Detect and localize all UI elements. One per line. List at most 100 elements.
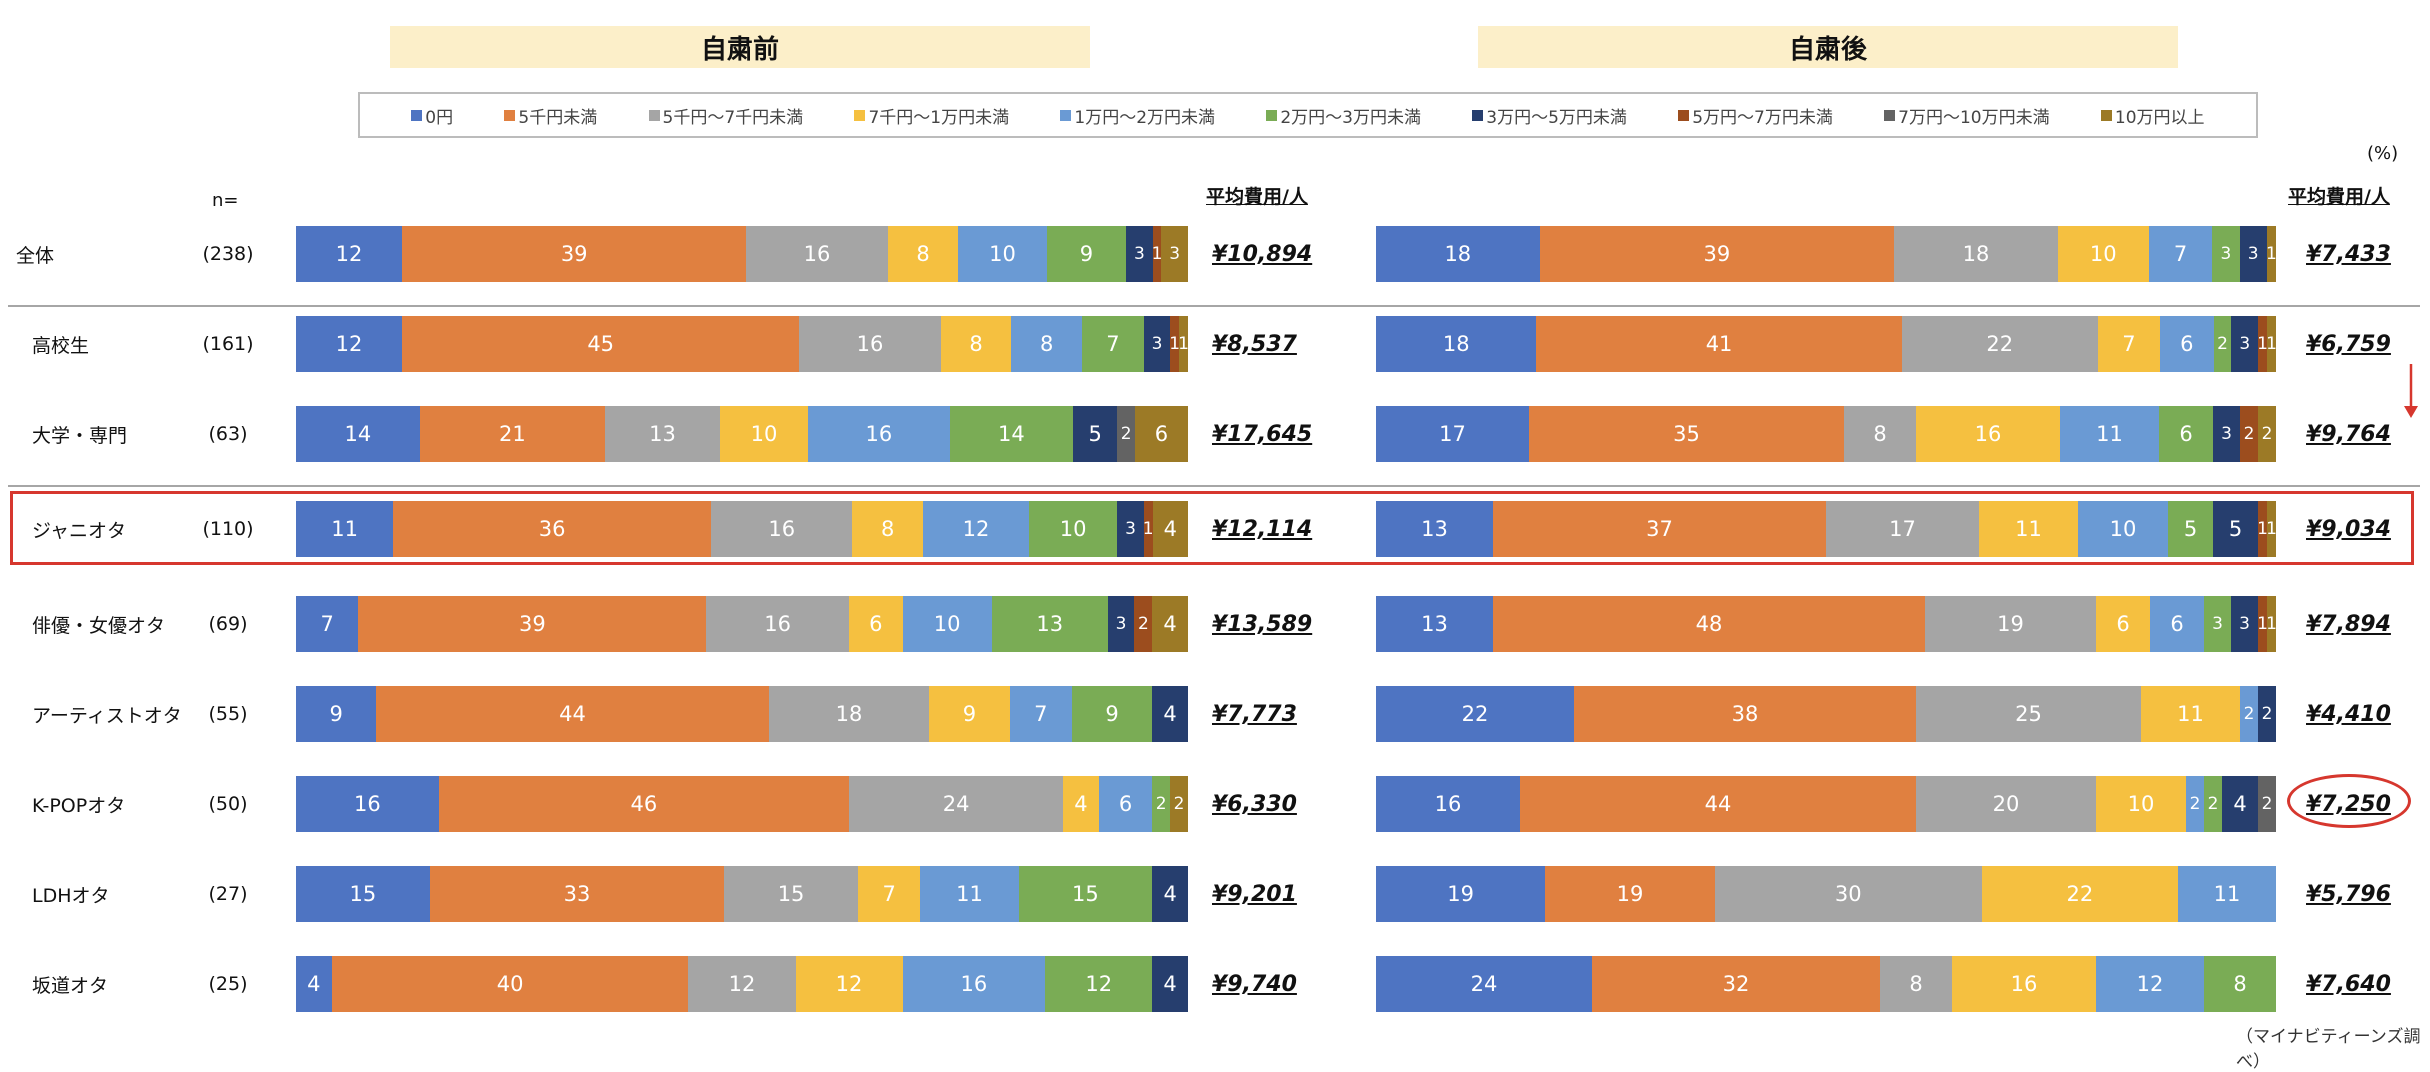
stacked-bar: 14 21 13 10 16 14 5 2 6: [296, 406, 1188, 462]
bar-segment: 22: [1981, 866, 2178, 922]
bar-segment: 6: [1134, 406, 1188, 462]
average-cost: ¥7,773: [1212, 701, 1297, 727]
bar-segment: 12: [2096, 956, 2204, 1012]
bar-segment: 15: [724, 866, 858, 922]
row-label: LDHオタ: [32, 884, 110, 907]
panel-title-after: 自粛後: [1478, 26, 2178, 68]
bar-segment: 3: [1126, 226, 1153, 282]
stacked-bar: 12 39 16 8 10 9 3 1 3: [296, 226, 1188, 282]
bar-segment: 15: [296, 866, 430, 922]
stacked-bar: 15 33 15 7 11 15 4: [296, 866, 1188, 922]
legend-label: 5万円〜7万円未満: [1692, 107, 1833, 128]
bar-segment: 7: [2148, 226, 2213, 282]
bar-segment: 4: [1152, 866, 1188, 922]
bar-segment: 19: [1376, 866, 1546, 922]
bar-segment: 2: [2240, 406, 2258, 462]
stacked-bar: 4 40 12 12 16 12 4: [296, 956, 1188, 1012]
bar-segment: 2: [1152, 776, 1171, 832]
bar-segment: 2: [2186, 776, 2204, 832]
legend-swatch: [1678, 109, 1690, 121]
bar-segment: 3: [2231, 316, 2259, 372]
bar-segment: 8: [940, 316, 1012, 372]
bar-segment: 3: [1143, 316, 1171, 372]
legend-label: 2万円〜3万円未満: [1280, 107, 1421, 128]
bar-segment: 44: [1520, 776, 1916, 832]
bar-segment: 25: [1916, 686, 2141, 742]
bar-segment: 33: [429, 866, 725, 922]
bar-segment: 2: [2240, 686, 2258, 742]
stacked-bar: 22 38 25 11 2 2: [1376, 686, 2276, 742]
legend-label: 3万円〜5万円未満: [1486, 107, 1627, 128]
bar-segment: 3: [2212, 226, 2240, 282]
row-label: 坂道オタ: [32, 974, 109, 997]
average-cost: ¥7,640: [2306, 971, 2391, 997]
average-cost: ¥4,410: [2306, 701, 2391, 727]
bar-segment: 10: [2096, 776, 2186, 832]
bar-segment: 8: [2204, 956, 2276, 1012]
bar-segment: 10: [2057, 226, 2149, 282]
average-cost: ¥9,740: [1212, 971, 1297, 997]
average-cost: ¥7,894: [2306, 611, 2391, 637]
stacked-bar: 19 19 30 22 11: [1376, 866, 2276, 922]
down-arrow-icon: [2404, 364, 2418, 418]
bar-segment: 21: [419, 406, 606, 462]
bar-segment: 14: [296, 406, 420, 462]
bar-segment: 20: [1916, 776, 2096, 832]
bar-segment: 3: [2239, 226, 2267, 282]
bar-segment: 12: [688, 956, 796, 1012]
bar-segment: 7: [2097, 316, 2161, 372]
bar-segment: 3: [1161, 226, 1188, 282]
legend-swatch: [854, 109, 866, 121]
average-cost: ¥9,764: [2306, 421, 2391, 447]
bar-segment: 19: [1545, 866, 1715, 922]
bar-segment: 9: [929, 686, 1010, 742]
source-note: （マイナビティーンズ調べ）: [2236, 1027, 2421, 1072]
bar-segment: 8: [1880, 956, 1952, 1012]
bar-segment: 16: [902, 956, 1046, 1012]
bar-segment: 2: [1117, 406, 1135, 462]
stacked-bar: 7 39 16 6 10 13 3 2 4: [296, 596, 1188, 652]
row-n: (27): [208, 883, 248, 905]
bar-segment: 22: [1376, 686, 1574, 742]
bar-segment: 39: [358, 596, 707, 652]
bar-segment: 4: [1152, 686, 1188, 742]
legend-item: 7万円〜10万円未満: [1884, 103, 2050, 128]
bar-segment: 10: [958, 226, 1047, 282]
bar-segment: 7: [857, 866, 921, 922]
bar-segment: 18: [1894, 226, 2058, 282]
bar-segment: 17: [1376, 406, 1529, 462]
row-n: (238): [202, 243, 254, 265]
bar-segment: 40: [331, 956, 689, 1012]
stacked-bar: 18 39 18 10 7 3 3 1: [1376, 226, 2276, 282]
legend-label: 5千円未満: [518, 107, 598, 128]
bar-segment: 10: [902, 596, 992, 652]
bar-segment: 24: [1376, 956, 1592, 1012]
average-cost: ¥7,433: [2306, 241, 2391, 267]
bar-segment: 6: [2160, 316, 2214, 372]
bar-segment: 3: [2231, 596, 2258, 652]
bar-segment: 12: [296, 316, 402, 372]
bar-segment: 12: [795, 956, 903, 1012]
bar-segment: 2: [1170, 776, 1188, 832]
row-n: (161): [202, 333, 254, 355]
average-cost: ¥9,201: [1212, 881, 1297, 907]
bar-segment: 1: [1179, 316, 1188, 372]
highlight-ellipse: [2287, 774, 2411, 828]
bar-segment: 1: [1170, 316, 1180, 372]
legend-label: 0円: [425, 107, 454, 128]
legend-swatch: [1884, 109, 1896, 121]
bar-segment: 11: [2141, 686, 2240, 742]
stacked-bar: 12 45 16 8 8 7 3 1 1: [296, 316, 1188, 372]
bar-segment: 2: [2213, 316, 2232, 372]
highlight-box: [10, 491, 2414, 565]
bar-segment: 19: [1925, 596, 2096, 652]
average-cost: ¥6,759: [2306, 331, 2391, 357]
bar-segment: 14: [949, 406, 1074, 462]
average-cost: ¥10,894: [1212, 241, 1313, 267]
row-n: (69): [208, 613, 248, 635]
bar-segment: 35: [1529, 406, 1844, 462]
unit-label: (%): [2367, 143, 2399, 164]
row-n: (55): [208, 703, 248, 725]
bar-segment: 16: [799, 316, 941, 372]
stacked-bar: 24 32 8 16 12 8: [1376, 956, 2276, 1012]
